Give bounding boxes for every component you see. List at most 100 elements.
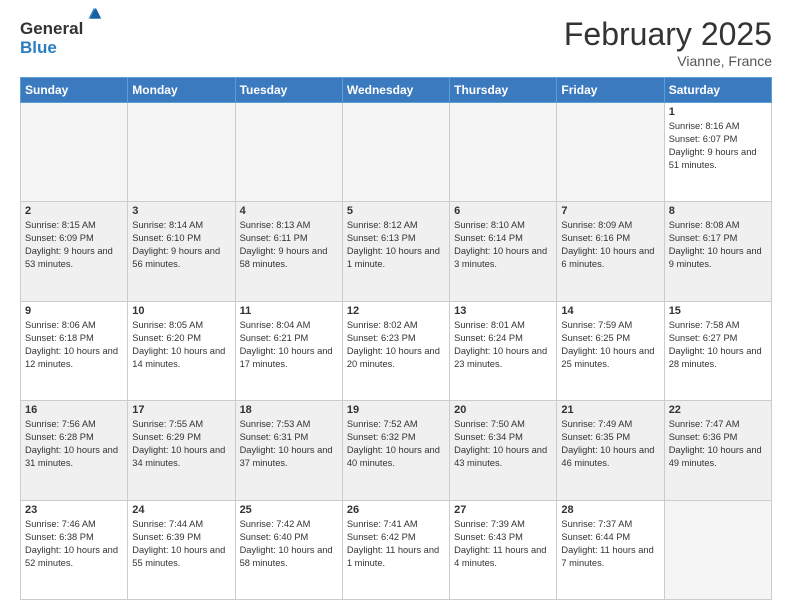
day-number: 20 <box>454 404 552 416</box>
col-monday: Monday <box>128 78 235 103</box>
day-info: Sunrise: 7:37 AM Sunset: 6:44 PM Dayligh… <box>561 518 659 570</box>
day-number: 22 <box>669 404 767 416</box>
calendar-week-row: 9 Sunrise: 8:06 AM Sunset: 6:18 PM Daylig… <box>21 301 772 400</box>
day-number: 9 <box>25 305 123 317</box>
calendar-header-row: Sunday Monday Tuesday Wednesday Thursday… <box>21 78 772 103</box>
col-sunday: Sunday <box>21 78 128 103</box>
day-number: 21 <box>561 404 659 416</box>
day-info: Sunrise: 8:06 AM Sunset: 6:18 PM Dayligh… <box>25 319 123 371</box>
day-info: Sunrise: 8:14 AM Sunset: 6:10 PM Dayligh… <box>132 219 230 271</box>
table-row: 21 Sunrise: 7:49 AM Sunset: 6:35 PM Dayli… <box>557 401 664 500</box>
table-row: 15 Sunrise: 7:58 AM Sunset: 6:27 PM Dayli… <box>664 301 771 400</box>
table-row: 7 Sunrise: 8:09 AM Sunset: 6:16 PM Daylig… <box>557 202 664 301</box>
col-friday: Friday <box>557 78 664 103</box>
table-row <box>450 103 557 202</box>
table-row: 13Sunrise: 8:01 AM Sunset: 6:24 PM Dayli… <box>450 301 557 400</box>
day-number: 15 <box>669 305 767 317</box>
title-block: February 2025 Vianne, France <box>564 16 772 69</box>
table-row: 25 Sunrise: 7:42 AM Sunset: 6:40 PM Dayli… <box>235 500 342 599</box>
day-number: 17 <box>132 404 230 416</box>
day-info: Sunrise: 7:56 AM Sunset: 6:28 PM Dayligh… <box>25 418 123 470</box>
table-row <box>557 103 664 202</box>
table-row: 10 Sunrise: 8:05 AM Sunset: 6:20 PM Dayli… <box>128 301 235 400</box>
page: General Blue February 2025 Vianne, Franc… <box>0 0 792 612</box>
day-number: 13 <box>454 305 552 317</box>
day-info: Sunrise: 8:04 AM Sunset: 6:21 PM Dayligh… <box>240 319 338 371</box>
day-info: Sunrise: 7:52 AM Sunset: 6:32 PM Dayligh… <box>347 418 445 470</box>
day-number: 1 <box>669 106 767 118</box>
day-number: 7 <box>561 205 659 217</box>
day-info: Sunrise: 8:10 AM Sunset: 6:14 PM Dayligh… <box>454 219 552 271</box>
day-number: 10 <box>132 305 230 317</box>
table-row: 1 Sunrise: 8:16 AM Sunset: 6:07 PM Daylig… <box>664 103 771 202</box>
table-row: 17 Sunrise: 7:55 AM Sunset: 6:29 PM Dayli… <box>128 401 235 500</box>
logo-icon <box>85 6 103 24</box>
table-row: 5Sunrise: 8:12 AM Sunset: 6:13 PM Daylig… <box>342 202 449 301</box>
day-info: Sunrise: 8:08 AM Sunset: 6:17 PM Dayligh… <box>669 219 767 271</box>
day-number: 26 <box>347 504 445 516</box>
table-row: 16Sunrise: 7:56 AM Sunset: 6:28 PM Dayli… <box>21 401 128 500</box>
day-info: Sunrise: 7:49 AM Sunset: 6:35 PM Dayligh… <box>561 418 659 470</box>
day-info: Sunrise: 7:46 AM Sunset: 6:38 PM Dayligh… <box>25 518 123 570</box>
day-info: Sunrise: 7:39 AM Sunset: 6:43 PM Dayligh… <box>454 518 552 570</box>
day-info: Sunrise: 8:15 AM Sunset: 6:09 PM Dayligh… <box>25 219 123 271</box>
table-row: 22 Sunrise: 7:47 AM Sunset: 6:36 PM Dayli… <box>664 401 771 500</box>
day-info: Sunrise: 8:16 AM Sunset: 6:07 PM Dayligh… <box>669 120 767 172</box>
day-number: 27 <box>454 504 552 516</box>
day-number: 12 <box>347 305 445 317</box>
month-title: February 2025 <box>564 16 772 53</box>
table-row: 27 Sunrise: 7:39 AM Sunset: 6:43 PM Dayli… <box>450 500 557 599</box>
table-row: 28 Sunrise: 7:37 AM Sunset: 6:44 PM Dayli… <box>557 500 664 599</box>
table-row: 2 Sunrise: 8:15 AM Sunset: 6:09 PM Daylig… <box>21 202 128 301</box>
day-number: 28 <box>561 504 659 516</box>
calendar-week-row: 1 Sunrise: 8:16 AM Sunset: 6:07 PM Daylig… <box>21 103 772 202</box>
day-info: Sunrise: 7:55 AM Sunset: 6:29 PM Dayligh… <box>132 418 230 470</box>
header: General Blue February 2025 Vianne, Franc… <box>20 16 772 69</box>
location-subtitle: Vianne, France <box>564 53 772 69</box>
day-info: Sunrise: 8:02 AM Sunset: 6:23 PM Dayligh… <box>347 319 445 371</box>
col-wednesday: Wednesday <box>342 78 449 103</box>
calendar-table: Sunday Monday Tuesday Wednesday Thursday… <box>20 77 772 600</box>
table-row: 23 Sunrise: 7:46 AM Sunset: 6:38 PM Dayli… <box>21 500 128 599</box>
day-info: Sunrise: 8:05 AM Sunset: 6:20 PM Dayligh… <box>132 319 230 371</box>
day-number: 14 <box>561 305 659 317</box>
table-row: 26Sunrise: 7:41 AM Sunset: 6:42 PM Dayli… <box>342 500 449 599</box>
table-row: 9 Sunrise: 8:06 AM Sunset: 6:18 PM Daylig… <box>21 301 128 400</box>
day-number: 2 <box>25 205 123 217</box>
day-number: 24 <box>132 504 230 516</box>
table-row <box>21 103 128 202</box>
col-tuesday: Tuesday <box>235 78 342 103</box>
day-info: Sunrise: 8:13 AM Sunset: 6:11 PM Dayligh… <box>240 219 338 271</box>
day-number: 6 <box>454 205 552 217</box>
calendar-week-row: 23 Sunrise: 7:46 AM Sunset: 6:38 PM Dayli… <box>21 500 772 599</box>
day-info: Sunrise: 7:58 AM Sunset: 6:27 PM Dayligh… <box>669 319 767 371</box>
calendar-week-row: 2 Sunrise: 8:15 AM Sunset: 6:09 PM Daylig… <box>21 202 772 301</box>
table-row: 8 Sunrise: 8:08 AM Sunset: 6:17 PM Daylig… <box>664 202 771 301</box>
table-row <box>342 103 449 202</box>
day-info: Sunrise: 7:59 AM Sunset: 6:25 PM Dayligh… <box>561 319 659 371</box>
day-number: 8 <box>669 205 767 217</box>
day-number: 19 <box>347 404 445 416</box>
table-row: 14 Sunrise: 7:59 AM Sunset: 6:25 PM Dayli… <box>557 301 664 400</box>
logo-blue-text: Blue <box>20 39 83 58</box>
day-number: 3 <box>132 205 230 217</box>
day-number: 11 <box>240 305 338 317</box>
table-row: 12 Sunrise: 8:02 AM Sunset: 6:23 PM Dayli… <box>342 301 449 400</box>
day-info: Sunrise: 7:44 AM Sunset: 6:39 PM Dayligh… <box>132 518 230 570</box>
day-number: 23 <box>25 504 123 516</box>
table-row: 20 Sunrise: 7:50 AM Sunset: 6:34 PM Dayli… <box>450 401 557 500</box>
table-row: 11 Sunrise: 8:04 AM Sunset: 6:21 PM Dayli… <box>235 301 342 400</box>
day-number: 18 <box>240 404 338 416</box>
day-info: Sunrise: 7:50 AM Sunset: 6:34 PM Dayligh… <box>454 418 552 470</box>
day-number: 25 <box>240 504 338 516</box>
table-row <box>128 103 235 202</box>
table-row: 4Sunrise: 8:13 AM Sunset: 6:11 PM Daylig… <box>235 202 342 301</box>
day-info: Sunrise: 7:47 AM Sunset: 6:36 PM Dayligh… <box>669 418 767 470</box>
day-info: Sunrise: 7:42 AM Sunset: 6:40 PM Dayligh… <box>240 518 338 570</box>
logo: General Blue <box>20 20 83 57</box>
day-info: Sunrise: 8:09 AM Sunset: 6:16 PM Dayligh… <box>561 219 659 271</box>
table-row: 18Sunrise: 7:53 AM Sunset: 6:31 PM Dayli… <box>235 401 342 500</box>
day-number: 5 <box>347 205 445 217</box>
table-row: 3 Sunrise: 8:14 AM Sunset: 6:10 PM Daylig… <box>128 202 235 301</box>
table-row <box>235 103 342 202</box>
